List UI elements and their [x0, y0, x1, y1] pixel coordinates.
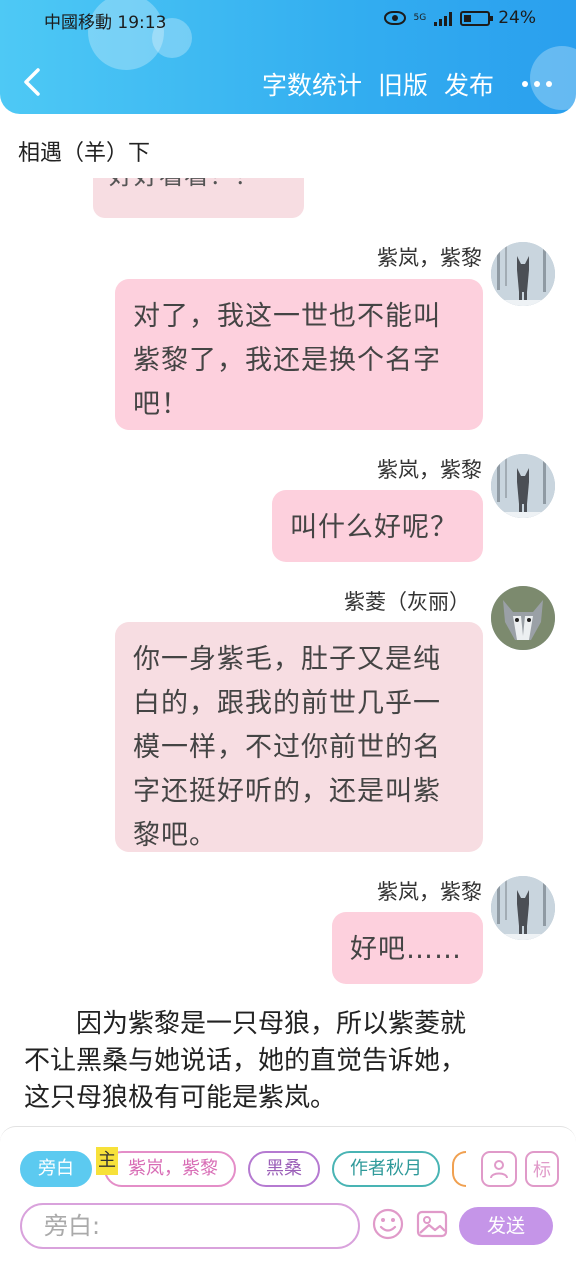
- publish-button[interactable]: 发布: [444, 66, 494, 102]
- role-chip-label: 紫岚，紫黎: [128, 1158, 218, 1179]
- narration-line: 不让黑桑与她说话，她的直觉告诉她，: [24, 1046, 467, 1076]
- message-text: 好好看看！！: [109, 178, 288, 188]
- role-chip-main[interactable]: 主 紫岚，紫黎: [96, 1147, 236, 1187]
- speaker-name: 紫岚，紫黎: [377, 246, 482, 270]
- input-panel: 旁白 主 紫岚，紫黎 黑桑 作者秋月 标 发送: [0, 1126, 576, 1280]
- status-left: 中國移動 19:13: [44, 8, 166, 33]
- role-chip-author[interactable]: 作者秋月: [332, 1151, 440, 1187]
- emoji-icon: [372, 1208, 404, 1240]
- back-button[interactable]: [18, 64, 48, 100]
- image-icon: [416, 1210, 448, 1238]
- old-version-button[interactable]: 旧版: [378, 66, 428, 102]
- word-count-button[interactable]: 字数统计: [262, 66, 362, 102]
- speaker-name: 紫菱（灰丽）: [344, 590, 470, 614]
- narration-line: 因为紫黎是一只母狼，所以紫菱就: [24, 1009, 467, 1039]
- message-bubble[interactable]: 好吧……: [332, 912, 483, 984]
- message-line: 叫什么好呢？: [290, 512, 458, 543]
- more-dots-icon[interactable]: [522, 81, 552, 87]
- role-manage-button[interactable]: [481, 1151, 517, 1187]
- status-right: 5G 24%: [383, 8, 536, 28]
- role-chip-partial[interactable]: [452, 1151, 466, 1187]
- emoji-button[interactable]: [371, 1207, 405, 1241]
- battery-level: 24%: [498, 8, 536, 28]
- speaker-name: 紫岚，紫黎: [377, 880, 482, 904]
- carrier-name: 中國移動: [44, 13, 112, 33]
- tag-button[interactable]: 标: [525, 1151, 559, 1187]
- signal-icon: [434, 10, 453, 26]
- image-button[interactable]: [415, 1207, 449, 1241]
- message-line: 吧！: [133, 389, 189, 420]
- header-actions: 字数统计 旧版 发布: [262, 66, 552, 102]
- wolf-icon: [491, 586, 555, 650]
- message-bubble[interactable]: 叫什么好呢？: [272, 490, 483, 562]
- message-line: 字还挺好听的，还是叫紫: [133, 776, 441, 807]
- narration-paragraph[interactable]: 因为紫黎是一只母狼，所以紫菱就 不让黑桑与她说话，她的直觉告诉她， 这只母狼极有…: [24, 1006, 536, 1117]
- main-role-tag: 主: [96, 1147, 118, 1175]
- chapter-title[interactable]: 相遇（羊）下: [18, 135, 150, 167]
- network-type: 5G: [413, 12, 427, 23]
- wolf-icon: [491, 454, 555, 518]
- role-selector: 旁白 主 紫岚，紫黎 黑桑 作者秋月: [20, 1147, 466, 1187]
- person-icon: [490, 1160, 508, 1179]
- wolf-icon: [491, 242, 555, 306]
- avatar-wolf[interactable]: [491, 876, 555, 940]
- message-line: 黎吧。: [133, 820, 217, 851]
- eye-icon: [383, 11, 406, 25]
- avatar-wolf[interactable]: [491, 454, 555, 518]
- send-button[interactable]: 发送: [459, 1207, 553, 1245]
- back-chevron-icon: [24, 68, 40, 96]
- avatar-wolf[interactable]: [491, 242, 555, 306]
- battery-icon: [460, 10, 494, 26]
- wolf-icon: [491, 876, 555, 940]
- app-header: 中國移動 19:13 5G 24% 字数统计 旧版 发布: [0, 0, 576, 114]
- message-line: 白的，跟我的前世几乎一: [133, 688, 441, 719]
- message-bubble[interactable]: 你一身紫毛，肚子又是纯 白的，跟我的前世几乎一 模一样，不过你前世的名 字还挺好…: [115, 622, 483, 852]
- role-chip-heisang[interactable]: 黑桑: [248, 1151, 320, 1187]
- narration-line: 这只母狼极有可能是紫岚。: [24, 1083, 337, 1113]
- message-bubble[interactable]: 对了，我这一世也不能叫 紫黎了，我还是换个名字 吧！: [115, 279, 483, 430]
- avatar-wolf-gray[interactable]: [491, 586, 555, 650]
- message-bubble-partial[interactable]: 好好看看！！: [93, 178, 304, 218]
- speaker-name: 紫岚，紫黎: [377, 458, 482, 482]
- clock-time: 19:13: [117, 13, 167, 33]
- status-bar: 中國移動 19:13 5G 24%: [0, 6, 576, 34]
- message-line: 好吧……: [350, 934, 462, 965]
- message-input[interactable]: [20, 1203, 360, 1249]
- message-line: 对了，我这一世也不能叫: [133, 301, 441, 332]
- message-line: 模一样，不过你前世的名: [133, 732, 441, 763]
- chat-area[interactable]: 好好看看！！ 紫岚，紫黎 对了，我这一世也不能叫 紫黎了，我还是换个名字 吧！ …: [0, 178, 576, 1126]
- message-line: 紫黎了，我还是换个名字: [133, 345, 441, 376]
- role-chip-narration[interactable]: 旁白: [20, 1151, 92, 1187]
- message-line: 你一身紫毛，肚子又是纯: [133, 644, 441, 675]
